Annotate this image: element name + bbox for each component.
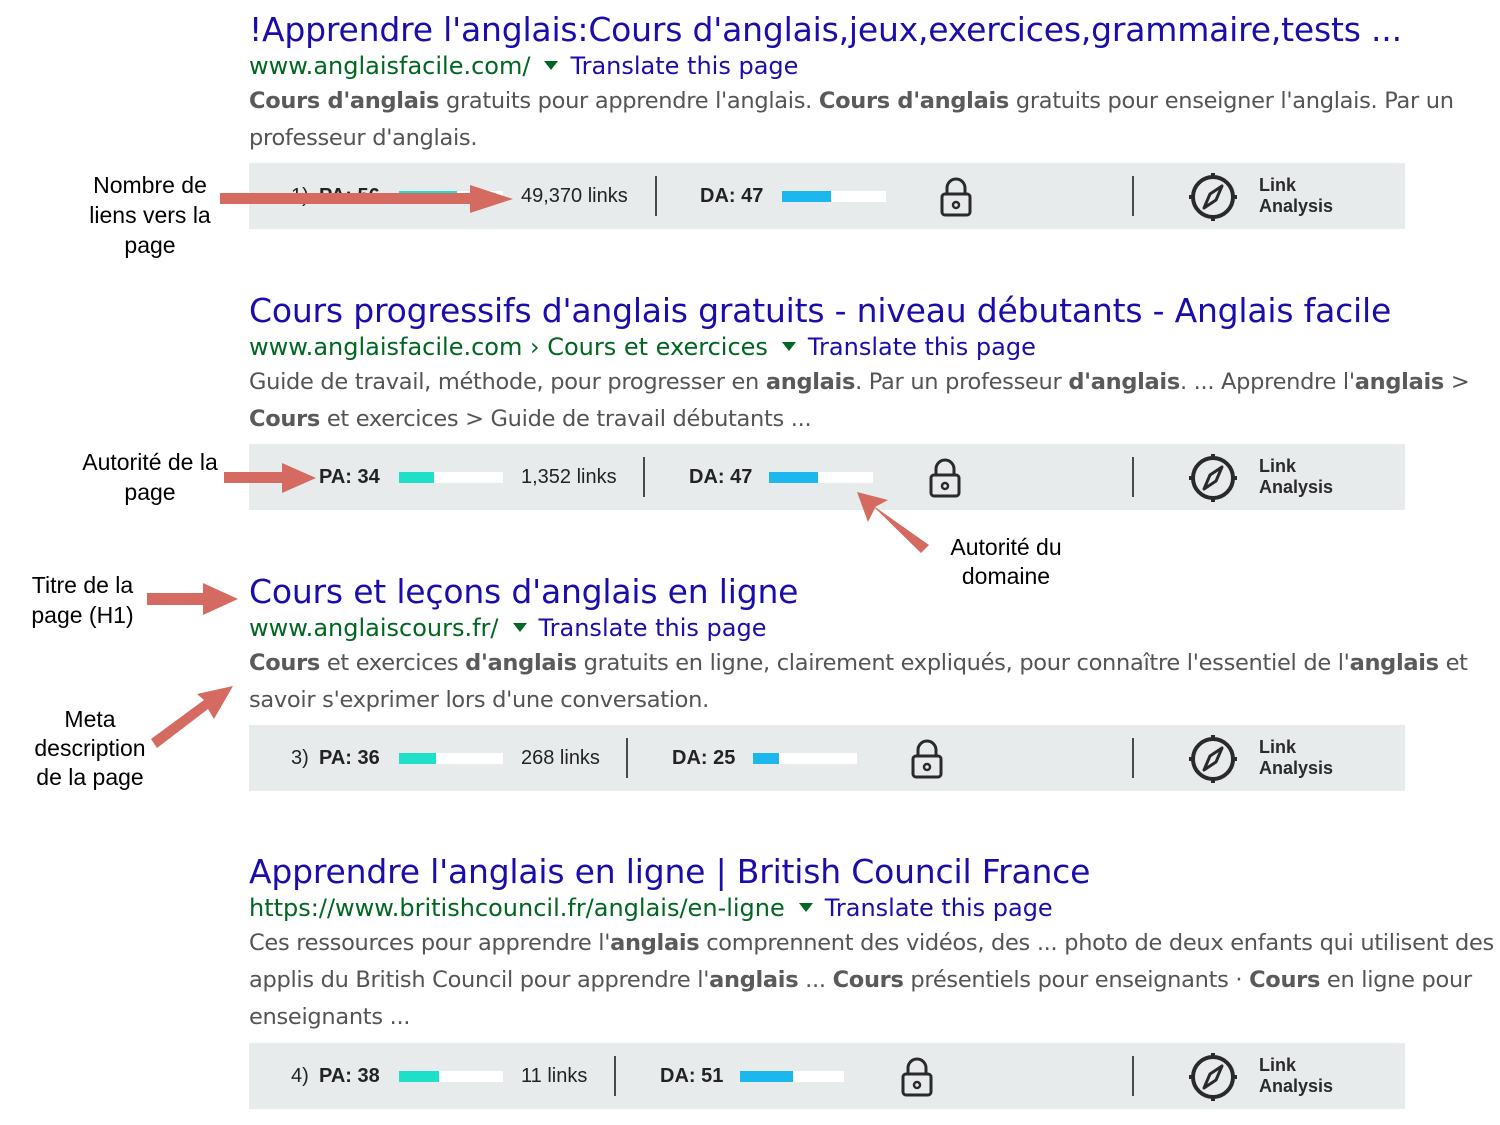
arrow-icon — [151, 686, 233, 748]
annotation-arrows — [147, 185, 929, 748]
arrow-icon — [857, 492, 929, 553]
arrow-icon — [147, 583, 238, 615]
arrow-icon — [220, 185, 513, 213]
arrow-icon — [224, 463, 316, 493]
